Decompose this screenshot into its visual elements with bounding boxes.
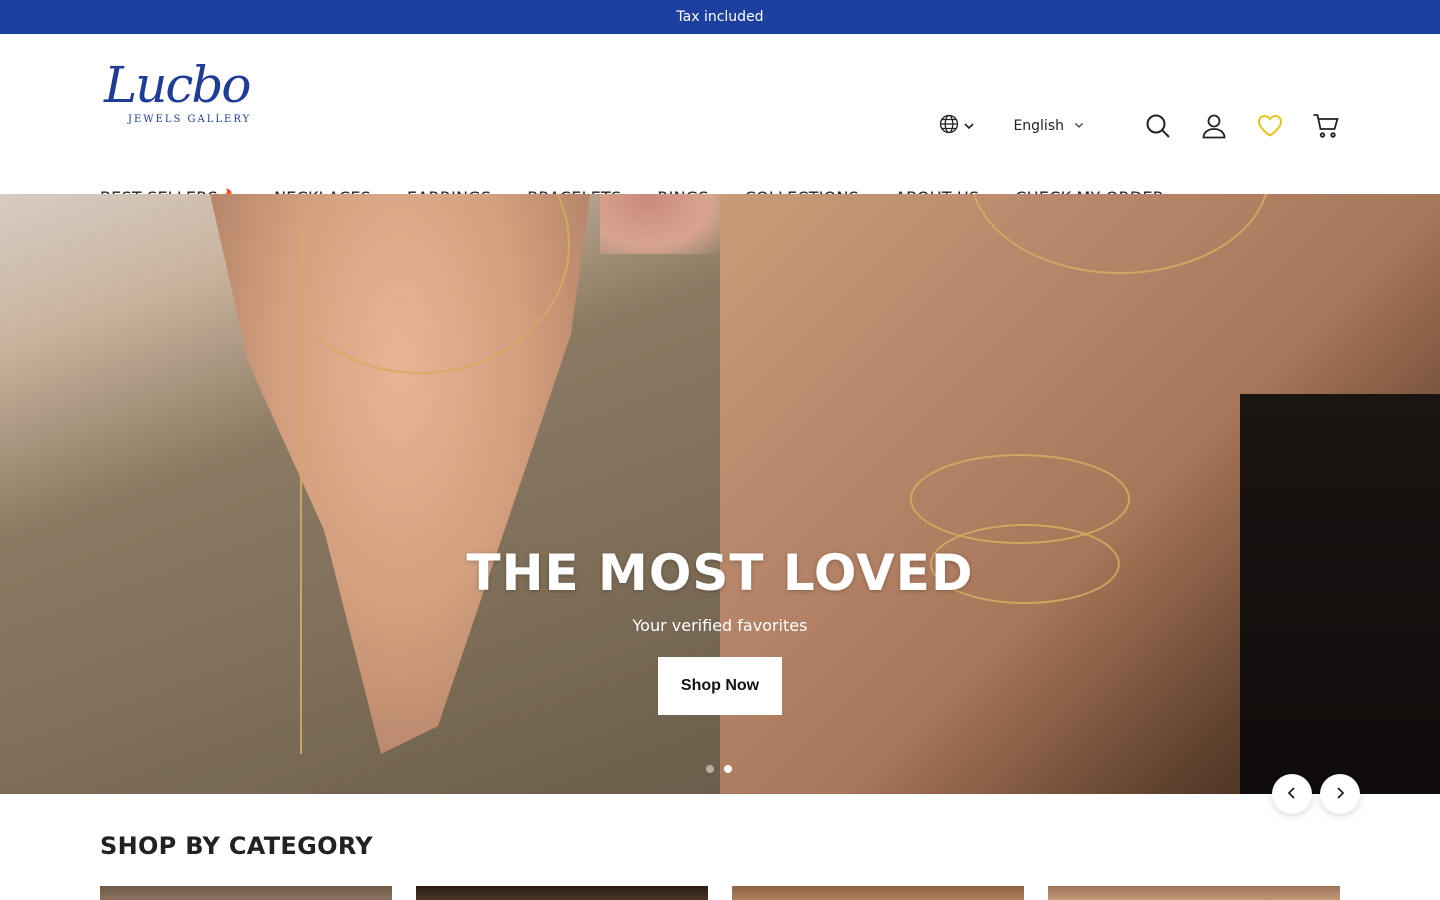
category-card[interactable] — [416, 886, 708, 900]
globe-icon — [939, 114, 959, 138]
language-selector[interactable]: English — [1013, 118, 1084, 134]
cart-icon[interactable] — [1312, 112, 1340, 140]
logo-script: Lucbo — [104, 56, 252, 114]
hero-content: THE MOST LOVED Your verified favorites S… — [0, 194, 1440, 794]
shop-by-category-title: SHOP BY CATEGORY — [100, 832, 373, 860]
account-icon[interactable] — [1200, 112, 1228, 140]
slider-prev-button[interactable] — [1272, 774, 1312, 814]
header-tools: English — [939, 108, 1340, 144]
announcement-bar: Tax included — [0, 0, 1440, 34]
country-selector[interactable] — [939, 114, 975, 138]
chevron-right-icon — [1333, 785, 1347, 804]
search-icon[interactable] — [1144, 112, 1172, 140]
slider-next-button[interactable] — [1320, 774, 1360, 814]
chevron-down-icon — [1074, 118, 1084, 134]
chevron-left-icon — [1285, 785, 1299, 804]
wishlist-heart-icon[interactable] — [1256, 112, 1284, 140]
announcement-text: Tax included — [676, 9, 764, 25]
category-card[interactable] — [1048, 886, 1340, 900]
category-grid — [100, 886, 1340, 900]
hero-subtitle: Your verified favorites — [632, 616, 808, 635]
hero-banner: THE MOST LOVED Your verified favorites S… — [0, 194, 1440, 794]
category-card[interactable] — [100, 886, 392, 900]
site-header: Lucbo JEWELS GALLERY English — [0, 34, 1440, 207]
hero-title: THE MOST LOVED — [466, 544, 974, 602]
language-label: English — [1013, 118, 1064, 134]
logo-subtitle: JEWELS GALLERY — [128, 114, 252, 125]
slide-dot[interactable] — [706, 765, 714, 773]
slide-dot-active[interactable] — [724, 765, 732, 773]
chevron-down-icon — [963, 117, 975, 136]
shop-now-button[interactable]: Shop Now — [658, 657, 782, 715]
category-card[interactable] — [732, 886, 1024, 900]
brand-logo[interactable]: Lucbo JEWELS GALLERY — [104, 56, 254, 132]
slide-indicators — [706, 765, 732, 773]
